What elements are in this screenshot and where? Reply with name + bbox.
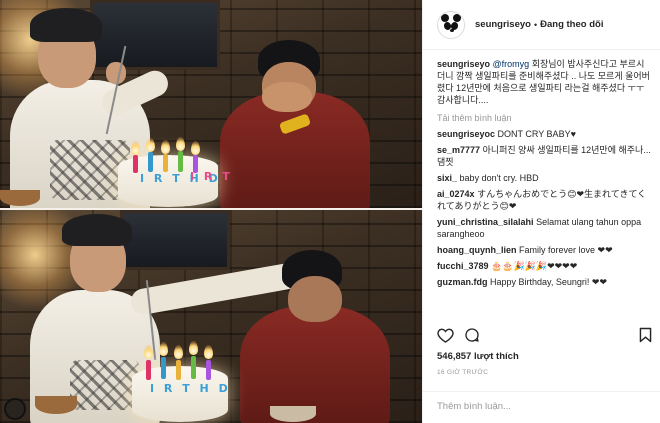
comment-text: Happy Birthday, Seungri! ❤❤ (490, 277, 607, 287)
cap (62, 214, 132, 246)
post-header: seungriseyo • Đang theo dõi (423, 0, 660, 50)
bookmark-icon[interactable] (639, 327, 652, 348)
panda-avatar-icon[interactable] (437, 10, 465, 39)
comment-item: seungriseyoc DONT CRY BABY♥ (437, 128, 652, 140)
comment-username[interactable]: guzman.fdg (437, 277, 488, 287)
comment-item: se_m7777 아니퍼진 양싸 생일파티를 12년만에 해주나...댐찟 (437, 144, 652, 168)
post-sidebar: seungriseyo • Đang theo dõi seungriseyo … (422, 0, 660, 423)
comment-bubble-icon[interactable] (464, 327, 480, 348)
bowl (0, 190, 40, 206)
comment-text: Family forever love ❤❤ (519, 245, 613, 255)
comment-item: sixi_ baby don't cry. HBD (437, 172, 652, 184)
bowl (35, 396, 77, 414)
comments-list: seungriseyo @fromyg 회장님이 밥사주신다고 부르시더니 깜짝… (437, 58, 652, 292)
comment-item: hoang_quynh_lien Family forever love ❤❤ (437, 244, 652, 256)
comment-username[interactable]: ai_0274x (437, 189, 475, 199)
likes-count[interactable]: 546,857 lượt thích (437, 351, 519, 362)
comment-username[interactable]: seungriseyoc (437, 129, 495, 139)
comment-item: yuni_christina_silalahi Selamat ulang ta… (437, 216, 652, 240)
shirt-pattern (70, 360, 140, 410)
post-timestamp[interactable]: 16 GIỜ TRƯỚC (437, 369, 488, 376)
comment-item: guzman.fdg Happy Birthday, Seungri! ❤❤ (437, 276, 652, 288)
comment-text: baby don't cry. HBD (459, 173, 539, 183)
comment-item: fucchi_3789 🎂🎂🎉🎉🎉❤❤❤❤ (437, 260, 652, 272)
header-separator: • (533, 19, 538, 30)
window (90, 0, 220, 70)
cake-letters-top-right: I R T (190, 170, 233, 183)
caption-username[interactable]: seungriseyo (437, 59, 490, 69)
comment-username[interactable]: se_m7777 (437, 145, 480, 155)
load-more-comments-link[interactable]: Tải thêm bình luận (437, 112, 652, 124)
post-caption: seungriseyo @fromyg 회장님이 밥사주신다고 부르시더니 깜짝… (437, 58, 652, 106)
comment-username[interactable]: hoang_quynh_lien (437, 245, 517, 255)
post-actions (437, 325, 652, 349)
comment-username[interactable]: yuni_christina_silalahi (437, 217, 534, 227)
photo-panel-top: I R T H D I R T (0, 0, 422, 208)
heart-outline-icon[interactable] (437, 327, 454, 348)
window (120, 210, 230, 270)
hands-covering-face (262, 82, 312, 112)
person-right-face-down (288, 276, 342, 322)
header-username[interactable]: seungriseyo (475, 19, 531, 30)
comment-text: DONT CRY BABY♥ (497, 129, 576, 139)
add-comment-input[interactable]: Thêm bình luận... (423, 391, 660, 423)
caption-mention[interactable]: @fromyg (493, 59, 530, 69)
post-photo[interactable]: I R T H D I R T I R T H D (0, 0, 422, 423)
comment-text: 🎂🎂🎉🎉🎉❤❤❤❤ (491, 261, 578, 271)
corner-avatar (4, 398, 26, 420)
cap (30, 8, 102, 42)
follow-status-button[interactable]: Đang theo dõi (540, 19, 603, 30)
photo-panel-bottom: I R T H D (0, 210, 422, 423)
comment-item: ai_0274x すんちゃんおめでとう😊❤生まれてきてくれてありがとう😊❤ (437, 188, 652, 212)
cake-letters-bottom: I R T H D (150, 382, 231, 395)
comment-username[interactable]: sixi_ (437, 173, 457, 183)
comment-username[interactable]: fucchi_3789 (437, 261, 489, 271)
bowl (270, 406, 316, 422)
